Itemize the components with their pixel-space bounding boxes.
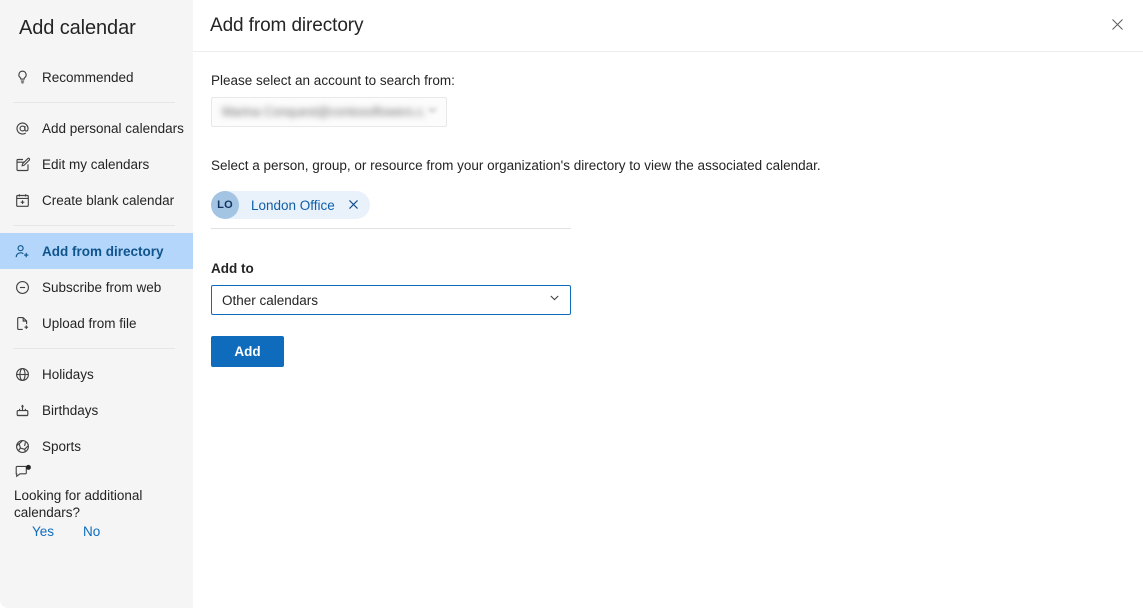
add-to-dropdown[interactable]: Other calendars [211,285,571,315]
sidebar-item-label: Subscribe from web [42,279,162,295]
sidebar-item-sports[interactable]: Sports [0,428,193,464]
sidebar-item-label: Holidays [42,366,94,382]
directory-helper-text: Select a person, group, or resource from… [211,158,821,173]
edit-pencil-icon [14,156,31,173]
remove-chip-button[interactable] [345,196,363,214]
person-picker[interactable]: LO London Office [211,191,571,229]
sidebar-item-label: Add personal calendars [42,120,184,136]
chevron-down-icon [426,103,439,121]
close-button[interactable] [1101,10,1133,42]
circle-minus-icon [14,279,31,296]
feedback-question: Looking for additional calendars? [14,488,143,520]
sidebar-item-birthdays[interactable]: Birthdays [0,392,193,428]
account-select-value: Marina Conquest@contosoflowers.c… [222,105,426,119]
sidebar-item-label: Edit my calendars [42,156,150,172]
sidebar-item-label: Upload from file [42,315,137,331]
birthday-cake-icon [14,402,31,419]
chevron-down-icon [548,291,561,309]
add-button[interactable]: Add [211,336,284,367]
sidebar-item-recommended[interactable]: Recommended [0,59,193,95]
sidebar-item-label: Add from directory [42,243,164,259]
close-icon [348,198,359,213]
feedback-no-link[interactable]: No [83,524,100,539]
feedback-links: Yes No [14,524,179,539]
sidebar-item-add-from-directory[interactable]: Add from directory [0,233,193,269]
sidebar-item-label: Sports [42,438,82,454]
feedback-block: Looking for additional calendars? Yes No [14,464,179,539]
chip-label: London Office [251,197,335,213]
sidebar-item-create-blank-calendar[interactable]: Create blank calendar [0,182,193,218]
sidebar-item-add-personal-calendars[interactable]: Add personal calendars [0,110,193,146]
page-title: Add from directory [210,14,364,36]
account-select[interactable]: Marina Conquest@contosoflowers.c… [211,97,447,127]
main-panel: Add from directory Please select an acco… [193,0,1143,608]
main-body: Please select an account to search from:… [193,52,1143,367]
sidebar-item-label: Create blank calendar [42,192,175,208]
sidebar-item-label: Recommended [42,69,134,85]
selected-person-chip[interactable]: LO London Office [211,191,370,219]
sidebar-item-edit-my-calendars[interactable]: Edit my calendars [0,146,193,182]
add-to-value: Other calendars [222,292,319,308]
add-calendar-dialog: Add calendar Recommended Add personal ca… [0,0,1143,608]
account-select-label: Please select an account to search from: [211,73,455,88]
person-add-icon [14,243,31,260]
at-sign-icon [14,120,31,137]
file-plus-icon [14,315,31,332]
lightbulb-icon [14,69,31,86]
sidebar-item-subscribe-from-web[interactable]: Subscribe from web [0,269,193,305]
sidebar-item-holidays[interactable]: Holidays [0,356,193,392]
globe-icon [14,366,31,383]
sidebar-item-upload-from-file[interactable]: Upload from file [0,305,193,341]
sidebar: Add calendar Recommended Add personal ca… [0,0,193,608]
main-header: Add from directory [193,0,1143,52]
avatar: LO [211,191,239,219]
close-icon [1111,18,1124,34]
feedback-yes-link[interactable]: Yes [32,524,54,539]
feedback-bubble-icon [14,464,34,486]
add-to-label: Add to [211,261,254,276]
sidebar-item-label: Birthdays [42,402,99,418]
sports-ball-icon [14,438,31,455]
calendar-plus-icon [14,192,31,209]
sidebar-title: Add calendar [19,17,136,39]
